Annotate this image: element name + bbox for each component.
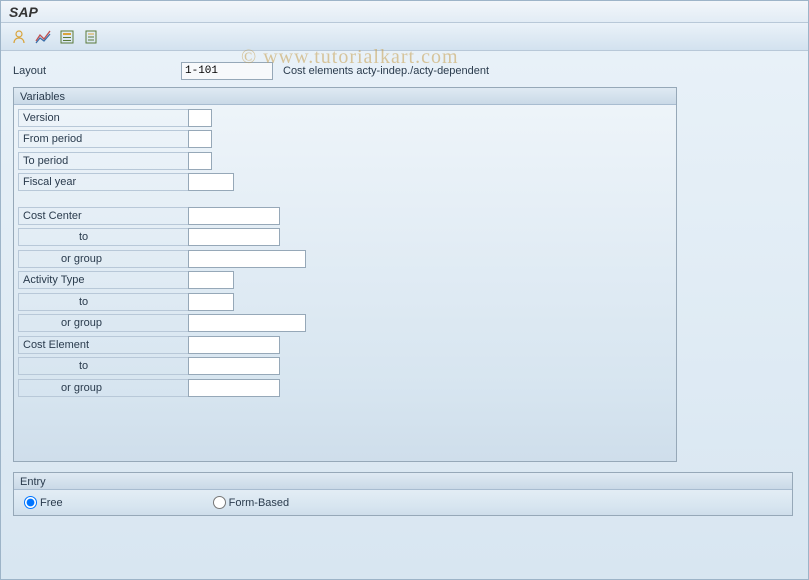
cost-element-input[interactable]	[188, 336, 280, 354]
variables-group: Variables Version From period To period …	[13, 87, 677, 462]
cost-element-row: Cost Element	[14, 334, 676, 356]
cost-center-group-label: or group	[18, 250, 188, 268]
version-input[interactable]	[188, 109, 212, 127]
cost-element-to-input[interactable]	[188, 357, 280, 375]
cost-center-to-row: to	[14, 227, 676, 249]
notepad-icon[interactable]	[83, 29, 99, 45]
activity-type-label: Activity Type	[18, 271, 188, 289]
cost-center-to-input[interactable]	[188, 228, 280, 246]
fiscal-year-row: Fiscal year	[14, 172, 676, 194]
layout-input[interactable]	[181, 62, 273, 80]
activity-type-group-row: or group	[14, 313, 676, 335]
cost-center-input[interactable]	[188, 207, 280, 225]
cost-element-label: Cost Element	[18, 336, 188, 354]
layout-row: Layout Cost elements acty-indep./acty-de…	[13, 61, 796, 81]
activity-type-input[interactable]	[188, 271, 234, 289]
activity-type-group-input[interactable]	[188, 314, 306, 332]
variables-header: Variables	[14, 88, 676, 105]
to-period-label: To period	[18, 152, 188, 170]
activity-type-group-label: or group	[18, 314, 188, 332]
entry-free-radio[interactable]: Free	[24, 496, 63, 509]
main-area: Layout Cost elements acty-indep./acty-de…	[1, 51, 808, 579]
entry-group: Entry Free Form-Based	[13, 472, 793, 516]
variables-body: Version From period To period Fiscal yea…	[14, 105, 676, 461]
cost-element-group-row: or group	[14, 377, 676, 399]
entry-header: Entry	[14, 473, 792, 490]
to-period-input[interactable]	[188, 152, 212, 170]
activity-type-to-label: to	[18, 293, 188, 311]
form-icon[interactable]	[59, 29, 75, 45]
entry-free-input[interactable]	[24, 496, 37, 509]
cost-center-label: Cost Center	[18, 207, 188, 225]
cost-element-to-row: to	[14, 356, 676, 378]
chart-icon[interactable]	[35, 29, 51, 45]
toolbar	[1, 23, 808, 51]
to-period-row: To period	[14, 150, 676, 172]
entry-form-based-input[interactable]	[213, 496, 226, 509]
version-label: Version	[18, 109, 188, 127]
from-period-input[interactable]	[188, 130, 212, 148]
cost-center-group-row: or group	[14, 248, 676, 270]
entry-free-label: Free	[40, 497, 63, 509]
fiscal-year-label: Fiscal year	[18, 173, 188, 191]
activity-type-row: Activity Type	[14, 270, 676, 292]
cost-element-group-input[interactable]	[188, 379, 280, 397]
fiscal-year-input[interactable]	[188, 173, 234, 191]
layout-description: Cost elements acty-indep./acty-dependent	[283, 65, 489, 77]
entry-form-based-radio[interactable]: Form-Based	[213, 496, 290, 509]
user-icon[interactable]	[11, 29, 27, 45]
entry-body: Free Form-Based	[14, 490, 792, 515]
entry-form-based-label: Form-Based	[229, 497, 290, 509]
from-period-row: From period	[14, 129, 676, 151]
app-title: SAP	[9, 4, 38, 20]
title-bar: SAP	[1, 1, 808, 23]
cost-element-group-label: or group	[18, 379, 188, 397]
activity-type-to-input[interactable]	[188, 293, 234, 311]
cost-center-row: Cost Center	[14, 205, 676, 227]
activity-type-to-row: to	[14, 291, 676, 313]
cost-center-to-label: to	[18, 228, 188, 246]
cost-element-to-label: to	[18, 357, 188, 375]
version-row: Version	[14, 107, 676, 129]
layout-label: Layout	[13, 65, 181, 77]
from-period-label: From period	[18, 130, 188, 148]
cost-center-group-input[interactable]	[188, 250, 306, 268]
